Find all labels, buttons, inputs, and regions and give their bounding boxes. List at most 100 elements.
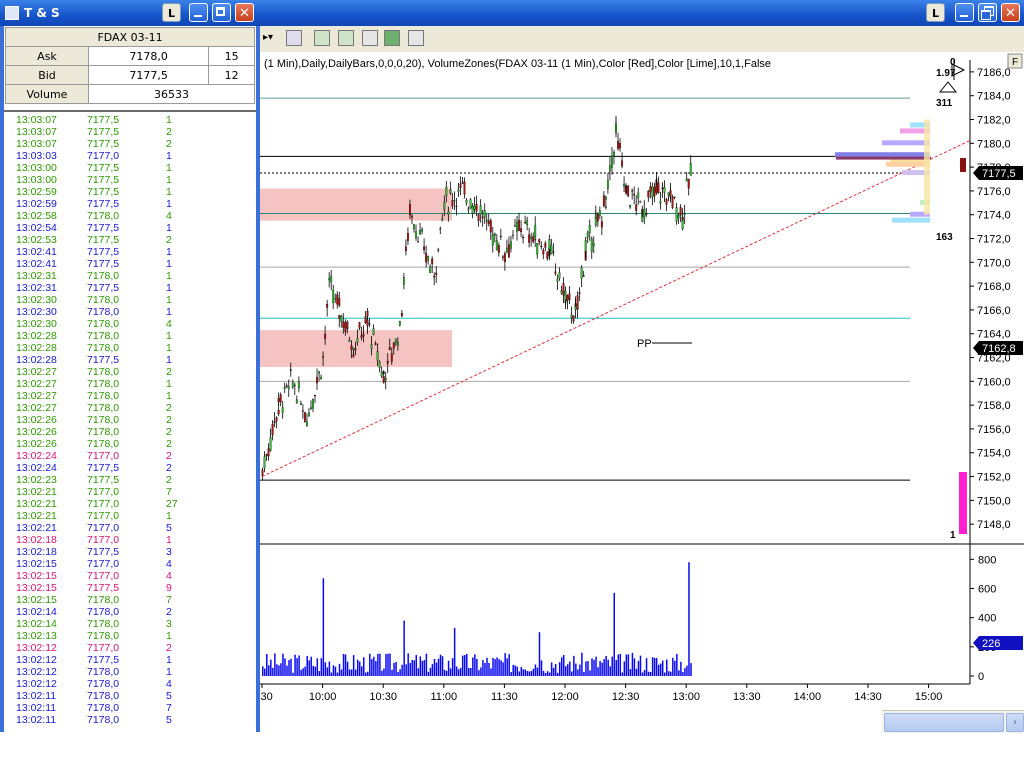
price-chart[interactable]: 7186,07184,07182,07180,07178,07176,07174… <box>260 52 1024 732</box>
volume-bar <box>656 658 658 676</box>
volume-bar <box>411 660 413 676</box>
time-tick-label: 15:00 <box>915 691 943 703</box>
candle-body <box>276 418 278 421</box>
link-button[interactable]: L <box>162 3 181 22</box>
bid-price: 7177,5 <box>89 66 209 85</box>
scrollbar-thumb[interactable] <box>884 713 1004 732</box>
tick-price: 7178,0 <box>87 414 119 426</box>
candle-body <box>660 201 662 203</box>
tick-time: 13:02:14 <box>16 606 57 618</box>
volume-bar <box>523 669 525 676</box>
volume-bar <box>339 664 341 676</box>
tick-size: 1 <box>166 534 172 546</box>
close-button[interactable]: ✕ <box>235 3 254 22</box>
price-tick-label: 7168,0 <box>977 281 1011 293</box>
volume-bar <box>446 671 448 676</box>
candle-body <box>405 246 407 250</box>
volume-bar <box>290 659 292 676</box>
volume-bar <box>436 663 438 676</box>
last-bar-marker <box>960 158 966 172</box>
strategy-icon[interactable] <box>384 30 400 46</box>
tick-price: 7177,0 <box>87 486 119 498</box>
candle-body <box>302 410 304 411</box>
f-button[interactable]: F <box>1008 54 1022 68</box>
tick-time: 13:02:27 <box>16 366 57 378</box>
volume-bar <box>418 668 420 676</box>
tick-price: 7178,0 <box>87 678 119 690</box>
scroll-right-button[interactable]: › <box>1006 713 1024 732</box>
tick-size: 1 <box>166 246 172 258</box>
volume-bar <box>298 655 300 676</box>
candle-body <box>597 214 599 221</box>
candle-body <box>577 296 579 310</box>
tick-price: 7178,0 <box>87 666 119 678</box>
volume-bar <box>648 672 650 676</box>
zoom-icon[interactable] <box>286 30 302 46</box>
candle-body <box>589 225 591 232</box>
volume-profile-bar <box>892 218 930 223</box>
ts-body: FDAX 03-11 Ask 7178,0 15 Bid 7177,5 12 V… <box>4 26 256 732</box>
volume-label: Volume <box>6 85 89 104</box>
chart-restore-button[interactable] <box>978 3 997 22</box>
volume-bar <box>456 667 458 676</box>
volume-bar <box>577 669 579 676</box>
chart-title-bar[interactable]: L ✕ <box>260 0 1024 26</box>
volume-bar <box>555 664 557 676</box>
candle-body <box>292 383 294 387</box>
tick-price: 7177,5 <box>87 126 119 138</box>
volume-bar <box>593 660 595 676</box>
horizontal-scrollbar[interactable]: › <box>882 710 1024 733</box>
volume-bar <box>512 665 514 676</box>
candle-body <box>340 316 342 321</box>
candle-body <box>312 399 314 408</box>
price-tick-label: 7150,0 <box>977 495 1011 507</box>
chart-link-button[interactable]: L <box>926 3 945 22</box>
candle-body <box>365 317 367 323</box>
volume-tick-label: 400 <box>978 613 996 625</box>
volume-bar <box>535 664 537 676</box>
candle-body <box>534 239 536 240</box>
volume-bar <box>571 671 573 676</box>
candle-body <box>387 361 389 363</box>
time-tick-label: 14:00 <box>794 691 822 703</box>
bars-icon[interactable] <box>314 30 330 46</box>
tick-price: 7178,0 <box>87 390 119 402</box>
candle-body <box>516 222 518 231</box>
line-chart-icon[interactable] <box>362 30 378 46</box>
volume-tick-label: 800 <box>978 554 996 566</box>
volume-bar <box>428 672 430 676</box>
volume-bar <box>304 667 306 676</box>
volume-bar <box>660 664 662 676</box>
bid-label: Bid <box>6 66 89 85</box>
candle-body <box>431 259 433 264</box>
tick-size: 2 <box>166 234 172 246</box>
candle-body <box>322 356 324 357</box>
tick-time: 13:02:26 <box>16 426 57 438</box>
candle-body <box>458 190 460 192</box>
chart-minimize-button[interactable] <box>955 3 974 22</box>
volume-bar <box>662 661 664 676</box>
dropdown-arrow-icon[interactable]: ▸▾ <box>263 32 273 43</box>
volume-profile-bar <box>886 162 930 167</box>
indicator-icon[interactable] <box>338 30 354 46</box>
candle-body <box>264 457 266 468</box>
maximize-button[interactable] <box>212 3 231 22</box>
tick-price: 7177,5 <box>87 546 119 558</box>
candle-body <box>288 387 290 389</box>
tick-time: 13:02:12 <box>16 666 57 678</box>
volume-bar <box>391 670 393 676</box>
candle-body <box>272 424 274 435</box>
candle-body <box>262 470 264 476</box>
candle-body <box>593 244 595 246</box>
tick-size: 2 <box>166 426 172 438</box>
tick-list[interactable]: 13:03:077177,5113:03:077177,5213:03:0771… <box>4 114 256 732</box>
volume-bar <box>359 662 361 676</box>
ts-title-bar[interactable]: T & S L ✕ <box>0 0 260 26</box>
volume-bar <box>624 661 626 676</box>
volume-bar <box>638 661 640 676</box>
minimize-button[interactable] <box>189 3 208 22</box>
candle-body <box>492 235 494 245</box>
candle-body <box>468 209 470 210</box>
properties-icon[interactable] <box>408 30 424 46</box>
chart-close-button[interactable]: ✕ <box>1001 3 1020 22</box>
